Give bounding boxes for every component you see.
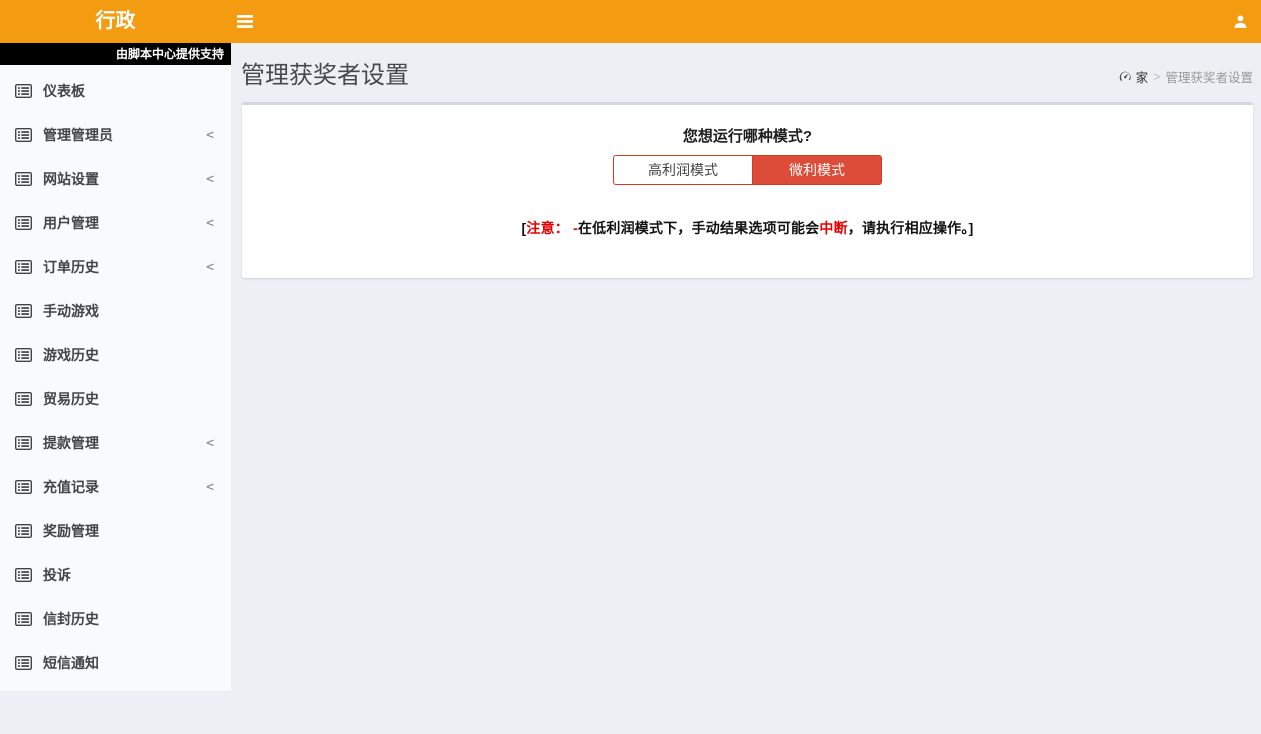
sidebar-item[interactable]: 投诉 bbox=[0, 553, 231, 597]
sidebar-item-label: 手动游戏 bbox=[43, 301, 99, 321]
mode-toggle-group: 高利润模式 微利模式 bbox=[252, 155, 1243, 185]
breadcrumb: 家 > 管理获奖者设置 bbox=[1119, 67, 1253, 86]
list-alt-icon bbox=[15, 348, 33, 362]
sidebar-item[interactable]: 订单历史 < bbox=[0, 245, 231, 289]
sidebar-item[interactable]: 游戏历史 bbox=[0, 333, 231, 377]
angle-left-icon: < bbox=[206, 216, 214, 231]
list-alt-icon bbox=[15, 128, 33, 142]
notice-highlight: 中断 bbox=[819, 220, 847, 236]
list-alt-icon bbox=[15, 84, 33, 98]
notice-text-1: 在低利润模式下，手动结果选项可能会 bbox=[578, 220, 819, 236]
list-alt-icon bbox=[15, 304, 33, 318]
sidebar-menu: 仪表板 管理管理员 < 网站设置 < bbox=[0, 65, 231, 685]
breadcrumb-separator: > bbox=[1153, 70, 1160, 84]
sidebar-item[interactable]: 奖励管理 bbox=[0, 509, 231, 553]
low-profit-mode-button[interactable]: 微利模式 bbox=[752, 155, 882, 185]
angle-left-icon: < bbox=[206, 260, 214, 275]
sidebar-item-label: 投诉 bbox=[43, 565, 71, 585]
sidebar: 仪表板 管理管理员 < 网站设置 < bbox=[0, 65, 231, 691]
list-alt-icon bbox=[15, 656, 33, 670]
list-alt-icon bbox=[15, 392, 33, 406]
angle-left-icon: < bbox=[206, 172, 214, 187]
mode-question: 您想运行哪种模式? bbox=[252, 125, 1243, 146]
sidebar-item[interactable]: 用户管理 < bbox=[0, 201, 231, 245]
list-alt-icon bbox=[15, 524, 33, 538]
hamburger-icon bbox=[237, 15, 253, 28]
sidebar-item-label: 用户管理 bbox=[43, 213, 99, 233]
top-navbar: 行政 bbox=[0, 0, 1261, 43]
list-alt-icon bbox=[15, 172, 33, 186]
sidebar-toggle-button[interactable] bbox=[231, 0, 265, 43]
sidebar-item-label: 提款管理 bbox=[43, 433, 99, 453]
sidebar-item-label: 短信通知 bbox=[43, 653, 99, 673]
notice-dash: - bbox=[569, 220, 578, 236]
sidebar-item[interactable]: 信封历史 bbox=[0, 597, 231, 641]
sidebar-item[interactable]: 仪表板 bbox=[0, 69, 231, 113]
content-area: 管理获奖者设置 家 > 管理获奖者设置 您想运行哪种模式? 高利润模式 微利模式… bbox=[231, 43, 1261, 691]
list-alt-icon bbox=[15, 480, 33, 494]
sidebar-item[interactable]: 手动游戏 bbox=[0, 289, 231, 333]
sidebar-item-label: 充值记录 bbox=[43, 477, 99, 497]
user-menu-button[interactable] bbox=[1227, 10, 1254, 33]
sidebar-item-label: 游戏历史 bbox=[43, 345, 99, 365]
sidebar-item-label: 仪表板 bbox=[43, 81, 85, 101]
content-header: 管理获奖者设置 家 > 管理获奖者设置 bbox=[231, 43, 1261, 100]
notice-bracket-close: ] bbox=[969, 220, 974, 236]
angle-left-icon: < bbox=[206, 480, 214, 495]
brand-logo[interactable]: 行政 bbox=[0, 0, 231, 43]
sidebar-item-label: 信封历史 bbox=[43, 609, 99, 629]
list-alt-icon bbox=[15, 568, 33, 582]
user-icon bbox=[1233, 14, 1248, 29]
sidebar-item[interactable]: 充值记录 < bbox=[0, 465, 231, 509]
list-alt-icon bbox=[15, 216, 33, 230]
sidebar-item-label: 贸易历史 bbox=[43, 389, 99, 409]
list-alt-icon bbox=[15, 260, 33, 274]
sidebar-item-label: 管理管理员 bbox=[43, 125, 113, 145]
sidebar-item-label: 网站设置 bbox=[43, 169, 99, 189]
notice-warn-label: 注意： bbox=[526, 220, 569, 236]
sidebar-item[interactable]: 短信通知 bbox=[0, 641, 231, 685]
angle-left-icon: < bbox=[206, 128, 214, 143]
dashboard-icon bbox=[1119, 70, 1132, 83]
high-profit-mode-button[interactable]: 高利润模式 bbox=[613, 155, 752, 185]
navbar-right bbox=[1227, 0, 1261, 43]
sidebar-item[interactable]: 贸易历史 bbox=[0, 377, 231, 421]
notice-text-2: ，请执行相应操作。 bbox=[848, 220, 969, 236]
angle-left-icon: < bbox=[206, 436, 214, 451]
notice-text: [注意： -在低利润模式下，手动结果选项可能会中断，请执行相应操作。] bbox=[252, 218, 1243, 238]
list-alt-icon bbox=[15, 436, 33, 450]
mode-settings-card: 您想运行哪种模式? 高利润模式 微利模式 [注意： -在低利润模式下，手动结果选… bbox=[242, 102, 1253, 278]
sidebar-item[interactable]: 管理管理员 < bbox=[0, 113, 231, 157]
breadcrumb-home-label: 家 bbox=[1136, 67, 1149, 86]
breadcrumb-current: 管理获奖者设置 bbox=[1165, 67, 1253, 86]
powered-by-banner: 由脚本中心提供支持 bbox=[0, 43, 231, 65]
sidebar-item[interactable]: 网站设置 < bbox=[0, 157, 231, 201]
sidebar-item-label: 订单历史 bbox=[43, 257, 99, 277]
breadcrumb-home-link[interactable]: 家 bbox=[1119, 67, 1149, 86]
page-title: 管理获奖者设置 bbox=[241, 55, 409, 90]
list-alt-icon bbox=[15, 612, 33, 626]
sidebar-item-label: 奖励管理 bbox=[43, 521, 99, 541]
sidebar-item[interactable]: 提款管理 < bbox=[0, 421, 231, 465]
